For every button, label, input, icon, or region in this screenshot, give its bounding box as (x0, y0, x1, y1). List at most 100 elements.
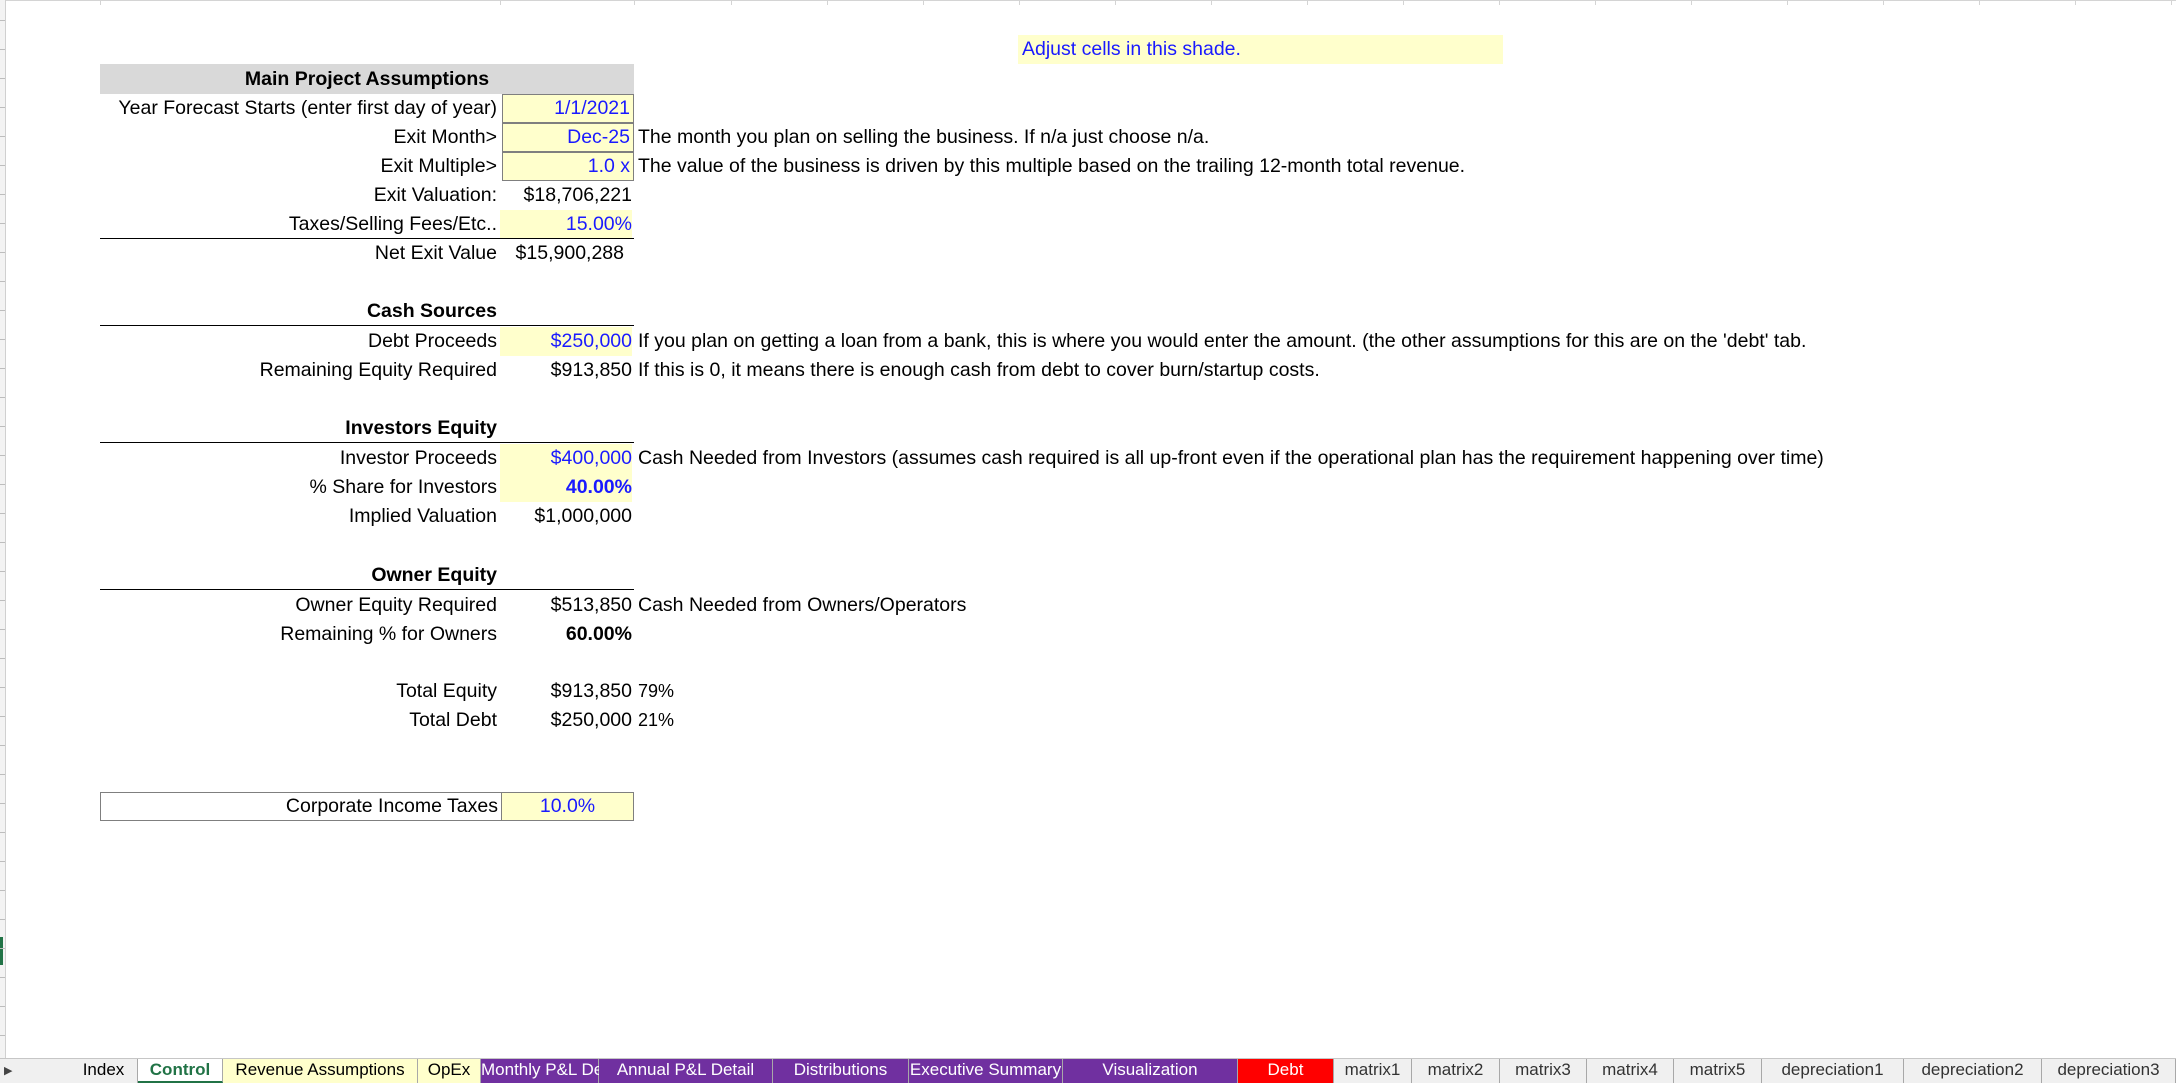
investor-proceeds-input[interactable]: $400,000 (500, 444, 632, 473)
row-gridline-tick (0, 745, 5, 746)
row-gridline-tick (0, 368, 5, 369)
selected-row-marker (0, 937, 3, 965)
column-gridline (1307, 0, 1308, 5)
tab-index[interactable]: Index (70, 1059, 138, 1083)
row-gridline-tick (0, 426, 5, 427)
tab-matrix2[interactable]: matrix2 (1412, 1059, 1500, 1083)
row-gridline-tick (0, 948, 5, 949)
remaining-equity-label: Remaining Equity Required (259, 359, 497, 381)
owner-equity-required-label: Owner Equity Required (295, 594, 497, 616)
shade-legend-banner: Adjust cells in this shade. (1018, 35, 1503, 64)
row-gridline-tick (0, 571, 5, 572)
exit-valuation-value: $18,706,221 (523, 184, 632, 206)
tab-depreciation2[interactable]: depreciation2 (1904, 1059, 2042, 1083)
column-gridline (1691, 0, 1692, 5)
row-gridline-tick (0, 977, 5, 978)
row-gridline-tick (0, 455, 5, 456)
tab-matrix1[interactable]: matrix1 (1334, 1059, 1412, 1083)
exit-month-label: Exit Month> (393, 126, 497, 148)
row-gridline-tick (0, 861, 5, 862)
row-gridline-tick (0, 194, 5, 195)
investor-proceeds-note: Cash Needed from Investors (assumes cash… (638, 447, 1824, 469)
corporate-tax-input[interactable]: 10.0% (501, 792, 634, 821)
row-gridline-tick (0, 20, 5, 21)
sheet-tab-bar: ▶ Index Control Revenue Assumptions OpEx Mon… (0, 1058, 2176, 1083)
investor-proceeds-label: Investor Proceeds (339, 447, 497, 469)
total-debt-label: Total Debt (409, 709, 497, 731)
total-equity-pct: 79% (638, 681, 675, 701)
debt-proceeds-input[interactable]: $250,000 (500, 327, 632, 356)
tab-depreciation1[interactable]: depreciation1 (1762, 1059, 1904, 1083)
investor-share-input[interactable]: 40.00% (500, 473, 632, 502)
exit-valuation-label: Exit Valuation: (373, 184, 497, 206)
tab-matrix3[interactable]: matrix3 (1500, 1059, 1587, 1083)
row-gridline-tick (0, 310, 5, 311)
exit-multiple-input[interactable]: 1.0 x (502, 152, 634, 181)
implied-valuation-label: Implied Valuation (348, 505, 497, 527)
tab-matrix4[interactable]: matrix4 (1587, 1059, 1674, 1083)
row-gridline-tick (0, 397, 5, 398)
exit-month-input[interactable]: Dec-25 (502, 123, 634, 152)
row-gridline-tick (0, 252, 5, 253)
column-gridline (1019, 0, 1020, 5)
tab-opex[interactable]: OpEx (418, 1059, 481, 1083)
row-gridline-tick (0, 919, 5, 920)
row-gridline-tick (0, 78, 5, 79)
owner-remaining-label: Remaining % for Owners (280, 623, 497, 645)
tab-scroll-right-icon[interactable]: ▶ (4, 1064, 12, 1078)
tab-debt[interactable]: Debt (1238, 1059, 1334, 1083)
tab-distributions[interactable]: Distributions (773, 1059, 909, 1083)
row-gridline-tick (0, 281, 5, 282)
tab-matrix5[interactable]: matrix5 (1674, 1059, 1762, 1083)
tab-control[interactable]: Control (138, 1059, 223, 1083)
row-gridline-tick (0, 513, 5, 514)
exit-month-note: The month you plan on selling the busine… (638, 126, 1210, 148)
owner-remaining-value: 60.00% (565, 623, 632, 645)
owner-equity-header: Owner Equity (371, 564, 497, 586)
column-gridline (827, 0, 828, 5)
column-gridline (1403, 0, 1404, 5)
tab-monthly-pandl-detail[interactable]: Monthly P&L Detail (481, 1059, 625, 1083)
row-gridline-tick (0, 832, 5, 833)
owner-equity-required-value: $513,850 (550, 594, 632, 616)
column-gridline (1211, 0, 1212, 5)
section-divider (100, 325, 634, 326)
taxes-fees-input[interactable]: 15.00% (500, 210, 632, 239)
year-start-label: Year Forecast Starts (enter first day of… (118, 97, 497, 119)
investors-equity-header: Investors Equity (345, 417, 497, 439)
exit-multiple-label: Exit Multiple> (380, 155, 497, 177)
row-gridline-tick (0, 165, 5, 166)
row-header-strip (0, 0, 6, 1058)
row-gridline-tick (0, 687, 5, 688)
net-exit-value: $15,900,288 (515, 242, 624, 264)
main-assumptions-header: Main Project Assumptions (100, 64, 634, 94)
row-gridline-tick (0, 890, 5, 891)
column-gridline (923, 0, 924, 5)
total-debt-pct: 21% (638, 710, 675, 730)
row-gridline-tick (0, 484, 5, 485)
column-gridline (100, 0, 101, 5)
column-gridline (731, 0, 732, 5)
spreadsheet-grid[interactable]: Adjust cells in this shade. Main Project… (0, 0, 2176, 1058)
corporate-tax-label: Corporate Income Taxes (100, 792, 502, 821)
row-gridline-tick (0, 223, 5, 224)
remaining-equity-value: $913,850 (550, 359, 632, 381)
total-equity-label: Total Equity (396, 680, 497, 702)
tab-revenue-assumptions[interactable]: Revenue Assumptions (223, 1059, 418, 1083)
investor-share-label: % Share for Investors (309, 476, 498, 498)
column-gridline (1499, 0, 1500, 5)
tab-depreciation3[interactable]: depreciation3 (2042, 1059, 2176, 1083)
row-gridline-tick (0, 49, 5, 50)
row-gridline-tick (0, 339, 5, 340)
column-gridline (1115, 0, 1116, 5)
exit-multiple-note: The value of the business is driven by t… (638, 155, 1466, 177)
tab-annual-pandl-detail[interactable]: Annual P&L Detail (599, 1059, 773, 1083)
column-gridline (2171, 0, 2172, 5)
tab-executive-summary[interactable]: Executive Summary (909, 1059, 1063, 1083)
column-gridline (1979, 0, 1980, 5)
row-gridline-tick (0, 774, 5, 775)
row-gridline-tick (0, 1035, 5, 1036)
year-start-input[interactable]: 1/1/2021 (502, 94, 634, 123)
tab-visualization[interactable]: Visualization (1063, 1059, 1238, 1083)
implied-valuation-value: $1,000,000 (534, 505, 632, 527)
